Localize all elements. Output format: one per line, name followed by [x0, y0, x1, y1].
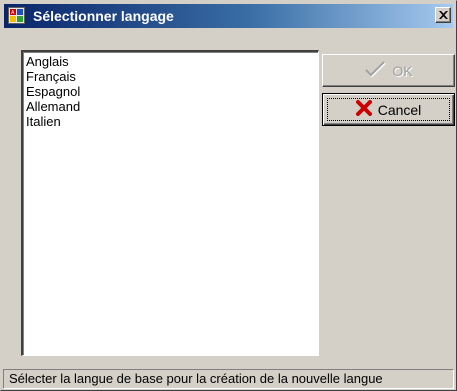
red-x-icon: [355, 100, 372, 119]
status-bar: Sélecter la langue de base pour la créat…: [3, 369, 454, 389]
status-text: Sélecter la langue de base pour la créat…: [9, 371, 383, 386]
close-button[interactable]: [435, 7, 451, 23]
checkmark-icon: [364, 60, 387, 81]
list-item[interactable]: Italien: [26, 114, 315, 129]
title-bar[interactable]: A Sélectionner langage: [4, 4, 453, 28]
window-title: Sélectionner langage: [33, 8, 174, 24]
list-item[interactable]: Français: [26, 69, 315, 84]
cancel-button-label: Cancel: [377, 101, 422, 118]
language-dialog: A Sélectionner langage Anglais Français …: [0, 0, 457, 391]
svg-text:A: A: [11, 10, 15, 16]
language-app-icon: A: [8, 7, 25, 24]
ok-button[interactable]: OK: [322, 54, 455, 87]
list-item[interactable]: Allemand: [26, 99, 315, 114]
list-item[interactable]: Espagnol: [26, 84, 315, 99]
list-item[interactable]: Anglais: [26, 54, 315, 69]
close-icon: [439, 11, 448, 19]
cancel-button[interactable]: Cancel: [322, 93, 455, 126]
ok-button-label: OK: [392, 62, 413, 79]
language-listbox[interactable]: Anglais Français Espagnol Allemand Itali…: [21, 50, 319, 356]
